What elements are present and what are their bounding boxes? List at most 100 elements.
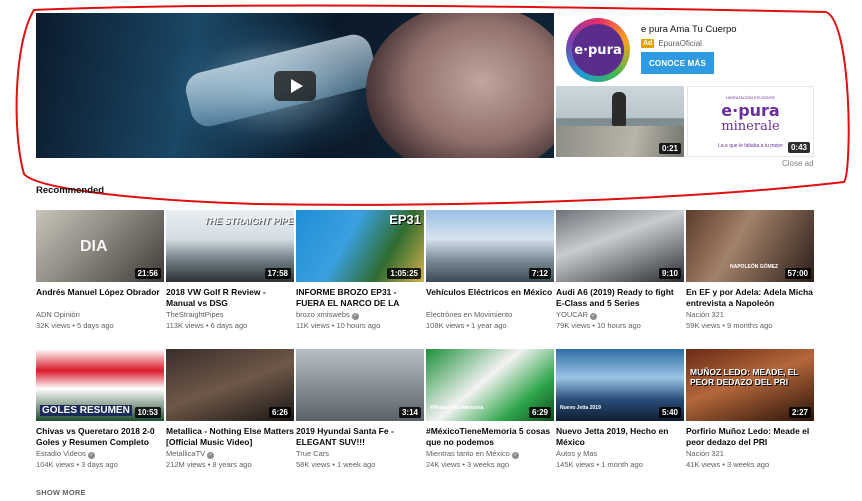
thumbnail-overlay-text: Nuevo Jetta 2019 [560,405,601,411]
channel-name-text[interactable]: ADN Opinión [36,310,80,319]
channel-name[interactable]: True Cars [296,448,424,459]
video-thumbnail[interactable]: DIA 21:56 [36,210,164,282]
channel-name-text[interactable]: YOUCAR [556,310,588,319]
duration-badge: 10:53 [135,407,161,418]
view-count: 212M views [166,460,206,469]
thumbnail-overlay-text: EP31 [389,212,421,227]
channel-name[interactable]: Electrónes en Movimiento [426,309,554,320]
show-more-button[interactable]: SHOW MORE [36,488,86,497]
thumbnail-overlay-text: DIA [80,238,108,256]
channel-name[interactable]: Mientras tanto en México✓ [426,448,554,459]
video-card[interactable]: GOLES RESUMEN 10:53 Chivas vs Queretaro … [36,349,164,470]
channel-name[interactable]: brozo xmiswebs✓ [296,309,424,320]
video-thumbnail[interactable]: GOLES RESUMEN 10:53 [36,349,164,421]
channel-name-text[interactable]: Nación 321 [686,310,724,319]
channel-name[interactable]: Estadio Videos✓ [36,448,164,459]
video-card[interactable]: Nuevo Jetta 2019 5:40 Nuevo Jetta 2019, … [556,349,684,470]
video-title[interactable]: Vehículos Eléctricos en México [426,287,554,309]
channel-name-text[interactable]: True Cars [296,449,329,458]
video-meta: 32K views • 5 days ago [36,320,164,331]
channel-name[interactable]: Autos y Mas [556,448,684,459]
channel-name[interactable]: YOUCAR✓ [556,309,684,320]
upload-age: 3 weeks ago [467,460,509,469]
upload-age: 8 years ago [212,460,251,469]
upload-age: 5 days ago [77,321,114,330]
duration-badge: 7:12 [529,268,551,279]
view-count: 24K views [426,460,460,469]
video-card[interactable]: 6:26 Metallica - Nothing Else Matters [O… [166,349,294,470]
channel-name[interactable]: ADN Opinión [36,309,164,320]
duration-badge: 17:58 [265,268,291,279]
duration-badge: 1:05:25 [387,268,421,279]
channel-name-text[interactable]: Estadio Videos [36,449,86,458]
video-card[interactable]: 9:10 Audi A6 (2019) Ready to fight E-Cla… [556,210,684,331]
channel-name-text[interactable]: MetallicaTV [166,449,205,458]
view-count: 59K views [686,321,720,330]
duration-badge: 5:40 [659,407,681,418]
channel-name[interactable]: TheStraightPipes [166,309,294,320]
verified-check-icon: ✓ [207,452,214,459]
video-title[interactable]: Andrés Manuel López Obrador [36,287,164,309]
video-title[interactable]: Chivas vs Queretaro 2018 2-0 Goles y Res… [36,426,164,448]
channel-name-text[interactable]: Autos y Mas [556,449,597,458]
video-card[interactable]: MUÑOZ LEDO: MEADE, EL PEOR DEDAZO DEL PR… [686,349,814,470]
duration-badge: 6:29 [529,407,551,418]
video-meta: 41K views • 3 weeks ago [686,459,814,470]
video-meta: 11K views • 10 hours ago [296,320,424,331]
upload-age: 3 weeks ago [727,460,769,469]
view-count: 11K views [296,321,330,330]
video-meta: 59K views • 9 months ago [686,320,814,331]
video-thumbnail[interactable]: Nuevo Jetta 2019 5:40 [556,349,684,421]
thumbnail-overlay-text: THE STRAIGHT PIPES [204,216,294,226]
video-thumbnail[interactable]: EP31 1:05:25 [296,210,424,282]
video-title[interactable]: #MéxicoTieneMemoria 5 cosas que no podem… [426,426,554,448]
video-title[interactable]: Metallica - Nothing Else Matters [Offici… [166,426,294,448]
video-title[interactable]: Nuevo Jetta 2019, Hecho en México [556,426,684,448]
video-thumbnail[interactable]: 7:12 [426,210,554,282]
upload-age: 1 week ago [337,460,375,469]
channel-name-text[interactable]: Mientras tanto en México [426,449,510,458]
channel-name-text[interactable]: brozo xmiswebs [296,310,350,319]
video-thumbnail[interactable]: 9:10 [556,210,684,282]
video-card[interactable]: 3:14 2019 Hyundai Santa Fe - ELEGANT SUV… [296,349,424,470]
video-meta: 212M views • 8 years ago [166,459,294,470]
video-title[interactable]: Porfirio Muñoz Ledo: Meade el peor dedaz… [686,426,814,448]
video-title[interactable]: INFORME BROZO EP31 - FUERA EL NARCO DE L… [296,287,424,309]
video-meta: 58K views • 1 week ago [296,459,424,470]
video-thumbnail[interactable]: #MéxicoTieneMemoria 6:29 [426,349,554,421]
video-card[interactable]: THE STRAIGHT PIPES 17:58 2018 VW Golf R … [166,210,294,331]
view-count: 104K views [36,460,74,469]
channel-name-text[interactable]: Nación 321 [686,449,724,458]
verified-check-icon: ✓ [352,313,359,320]
verified-check-icon: ✓ [88,452,95,459]
channel-name-text[interactable]: TheStraightPipes [166,310,224,319]
video-thumbnail[interactable]: MUÑOZ LEDO: MEADE, EL PEOR DEDAZO DEL PR… [686,349,814,421]
view-count: 41K views [686,460,720,469]
view-count: 32K views [36,321,70,330]
channel-name[interactable]: Nación 321 [686,448,814,459]
video-thumbnail[interactable]: 6:26 [166,349,294,421]
channel-name[interactable]: MetallicaTV✓ [166,448,294,459]
video-meta: 24K views • 3 weeks ago [426,459,554,470]
video-card[interactable]: EP31 1:05:25 INFORME BROZO EP31 - FUERA … [296,210,424,331]
video-card[interactable]: 7:12 Vehículos Eléctricos en México Elec… [426,210,554,331]
video-thumbnail[interactable]: 3:14 [296,349,424,421]
verified-check-icon: ✓ [590,313,597,320]
video-card[interactable]: DIA 21:56 Andrés Manuel López Obrador AD… [36,210,164,331]
channel-name[interactable]: Nación 321 [686,309,814,320]
duration-badge: 21:56 [135,268,161,279]
video-card[interactable]: #MéxicoTieneMemoria 6:29 #MéxicoTieneMem… [426,349,554,470]
video-title[interactable]: 2018 VW Golf R Review - Manual vs DSG [166,287,294,309]
video-thumbnail[interactable]: THE STRAIGHT PIPES 17:58 [166,210,294,282]
upload-age: 1 year ago [471,321,506,330]
video-title[interactable]: Audi A6 (2019) Ready to fight E-Class an… [556,287,684,309]
video-title[interactable]: 2019 Hyundai Santa Fe - ELEGANT SUV!!! [296,426,424,448]
view-count: 79K views [556,321,590,330]
duration-badge: 3:14 [399,407,421,418]
video-title[interactable]: En EF y por Adela: Adela Micha entrevist… [686,287,814,309]
channel-name-text[interactable]: Electrónes en Movimiento [426,310,512,319]
video-thumbnail[interactable]: NAPOLEÓN GÓMEZ 57:00 [686,210,814,282]
video-meta: 113K views • 6 days ago [166,320,294,331]
video-card[interactable]: NAPOLEÓN GÓMEZ 57:00 En EF y por Adela: … [686,210,814,331]
duration-badge: 2:27 [789,407,811,418]
